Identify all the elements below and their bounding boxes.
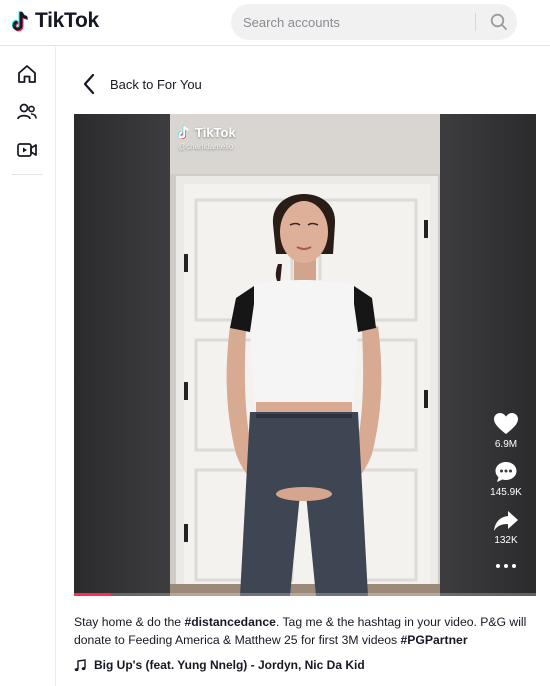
share-icon <box>494 511 518 531</box>
search-input[interactable] <box>243 4 473 40</box>
like-count: 6.9M <box>494 439 518 450</box>
search-icon <box>490 13 507 30</box>
video-blur-left <box>74 114 170 596</box>
sidebar-item-live[interactable] <box>14 137 40 163</box>
sidebar <box>0 47 56 686</box>
more-dot <box>512 564 516 568</box>
tiktok-watermark-icon <box>178 125 189 139</box>
more-dot <box>496 564 500 568</box>
following-icon <box>17 103 37 120</box>
video-progress-fill <box>74 593 111 596</box>
chevron-left-icon <box>83 73 95 95</box>
tiktok-watermark: TikTok @charlidamello <box>178 124 236 152</box>
like-button[interactable]: 6.9M <box>486 412 526 450</box>
tiktok-logo[interactable]: TikTok <box>12 9 99 33</box>
heart-icon <box>494 413 518 434</box>
share-button[interactable]: 132K <box>486 510 526 546</box>
home-icon <box>18 65 36 83</box>
video-progress-track[interactable] <box>74 593 536 596</box>
search-button[interactable] <box>481 4 517 40</box>
comment-count: 145.9K <box>490 487 522 498</box>
music-note-icon <box>74 658 86 671</box>
music-title: Big Up's (feat. Yung Nnelg) - Jordyn, Ni… <box>94 658 365 672</box>
sidebar-item-home[interactable] <box>14 61 40 87</box>
watermark-title: TikTok <box>195 124 236 140</box>
share-count: 132K <box>494 535 518 546</box>
hashtag-link[interactable]: #PGPartner <box>401 633 468 647</box>
music-link[interactable]: Big Up's (feat. Yung Nnelg) - Jordyn, Ni… <box>74 658 534 672</box>
video-caption: Stay home & do the #distancedance. Tag m… <box>74 613 542 649</box>
comment-button[interactable]: 145.9K <box>486 460 526 498</box>
more-options-button[interactable] <box>486 564 526 568</box>
logo-text: TikTok <box>35 9 99 32</box>
watermark-username: @charlidamello <box>178 142 234 151</box>
video-frame <box>170 114 440 596</box>
back-to-for-you-link[interactable]: Back to For You <box>82 70 202 98</box>
video-player[interactable]: TikTok @charlidamello 6.9M 145.9K 132K <box>74 114 536 596</box>
sidebar-item-following[interactable] <box>14 99 40 125</box>
comment-icon <box>495 462 517 482</box>
sidebar-divider <box>12 174 42 175</box>
top-bar: TikTok <box>0 0 550 46</box>
search-box <box>231 4 517 40</box>
search-divider <box>475 13 476 31</box>
more-dot <box>504 564 508 568</box>
hashtag-link[interactable]: #distancedance <box>184 615 275 629</box>
caption-text: Stay home & do the <box>74 615 185 629</box>
back-label: Back to For You <box>110 76 202 92</box>
live-video-icon <box>17 143 37 157</box>
tiktok-logo-icon <box>12 10 29 32</box>
